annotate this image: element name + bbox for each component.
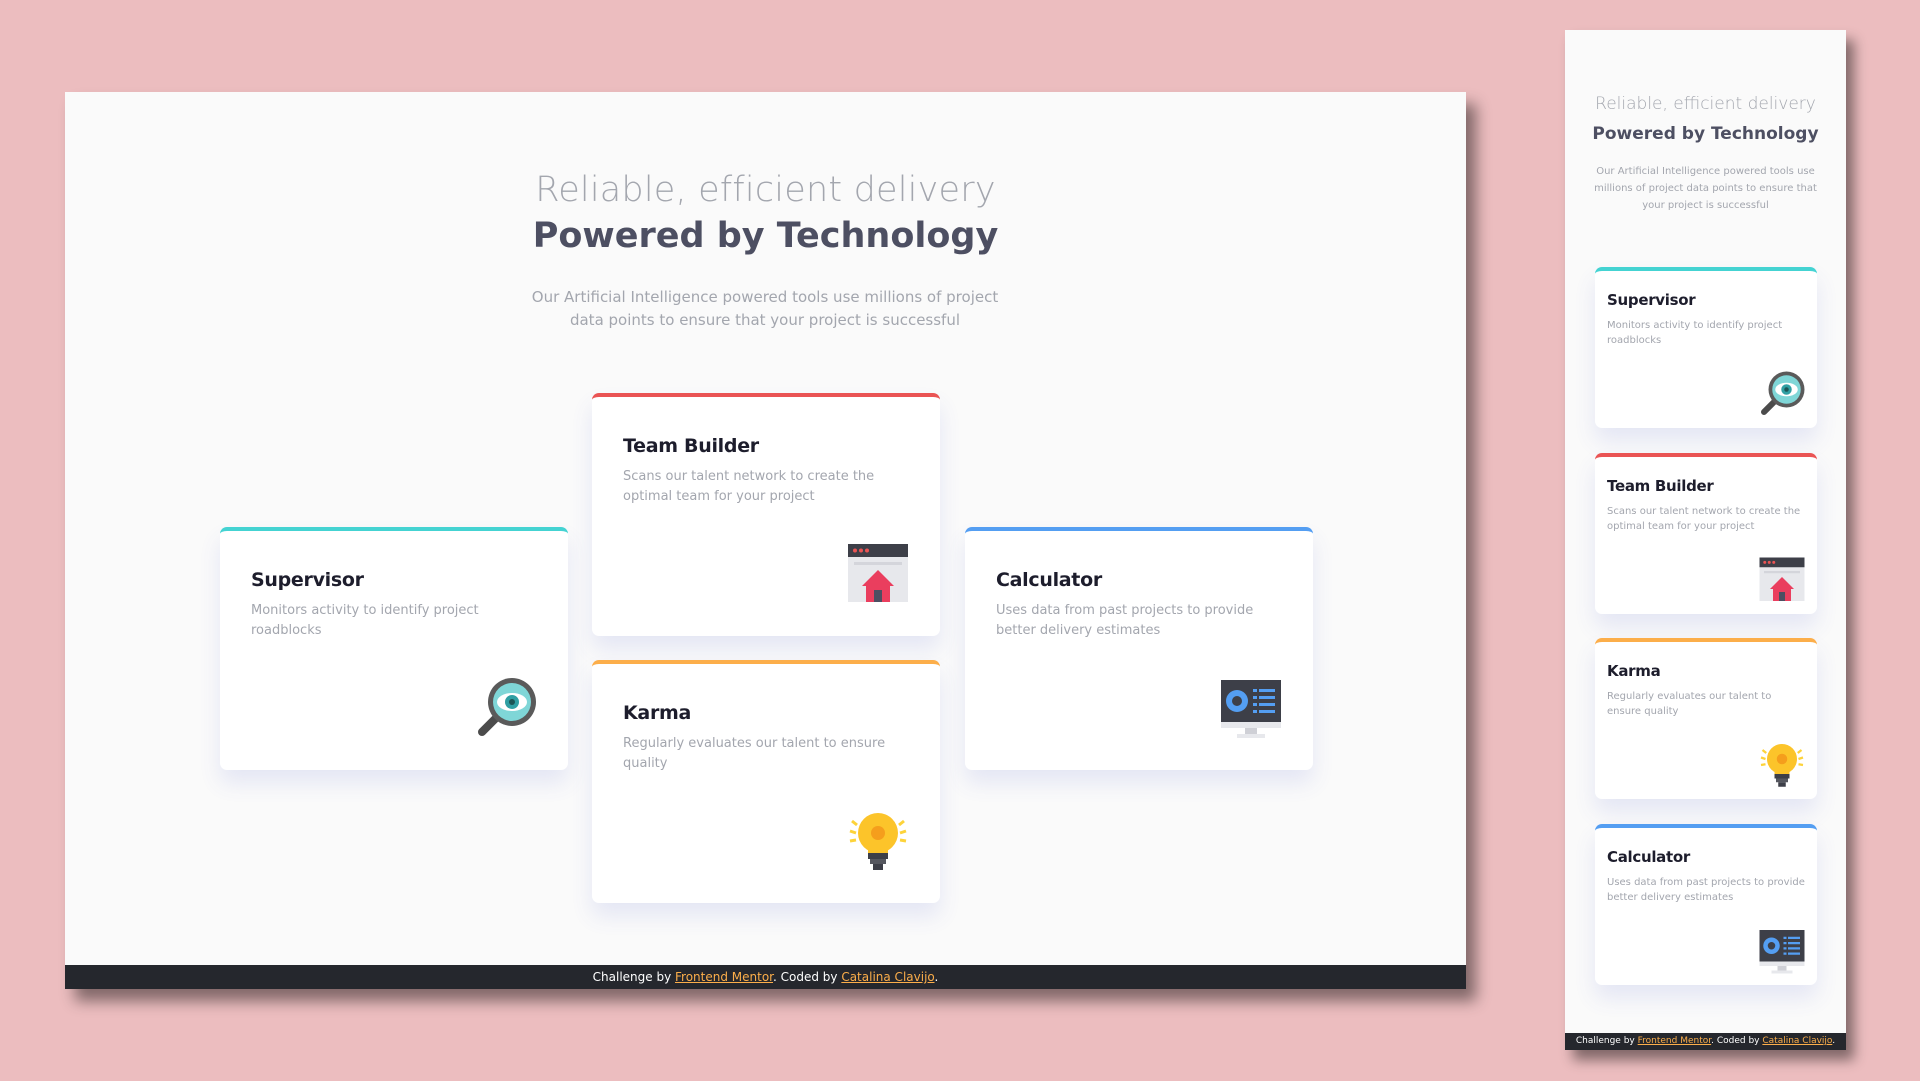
supervisor-magnifier-icon <box>1758 370 1806 418</box>
footer-prefix: Challenge by <box>1575 1036 1635 1046</box>
footer-prefix: Challenge by <box>592 970 672 984</box>
card-text: Monitors activity to identify project ro… <box>251 603 479 638</box>
karma-lightbulb-icon <box>846 809 910 873</box>
desktop-preview: Reliable, efficient delivery Powered by … <box>65 92 1466 989</box>
attribution-footer: Challenge by Frontend Mentor. Coded by C… <box>1565 1033 1846 1050</box>
card-team-builder: Team Builder Scans our talent network to… <box>592 393 940 636</box>
header-description: Our Artificial Intelligence powered tool… <box>531 288 999 329</box>
card-title: Supervisor <box>251 569 364 591</box>
team-builder-window-icon <box>1758 556 1806 604</box>
header-title: Powered by Technology <box>532 216 999 256</box>
team-builder-window-icon <box>846 542 910 606</box>
frontend-mentor-link[interactable]: Frontend Mentor <box>675 970 773 984</box>
footer-suffix: . <box>1832 1036 1836 1046</box>
header-subtitle: Reliable, efficient delivery <box>1595 94 1816 114</box>
card-text: Scans our talent network to create the o… <box>1607 506 1801 532</box>
card-team-builder: Team Builder Scans our talent network to… <box>1595 453 1817 614</box>
card-text: Uses data from past projects to provide … <box>1607 877 1805 903</box>
card-calculator: Calculator Uses data from past projects … <box>965 527 1313 770</box>
card-supervisor: Supervisor Monitors activity to identify… <box>220 527 568 770</box>
card-title: Supervisor <box>1607 291 1696 309</box>
card-text: Regularly evaluates our talent to ensure… <box>623 736 886 771</box>
mobile-preview: Reliable, efficient delivery Powered by … <box>1565 30 1846 1050</box>
calculator-monitor-icon <box>1758 927 1806 975</box>
card-text: Uses data from past projects to provide … <box>996 603 1254 638</box>
card-title: Team Builder <box>623 435 759 457</box>
calculator-monitor-icon <box>1219 676 1283 740</box>
card-title: Karma <box>623 702 692 724</box>
card-title: Karma <box>1607 662 1661 680</box>
card-text: Regularly evaluates our talent to ensure… <box>1607 691 1772 717</box>
card-karma: Karma Regularly evaluates our talent to … <box>1595 638 1817 799</box>
header-title: Powered by Technology <box>1592 124 1819 144</box>
author-link[interactable]: Catalina Clavijo <box>1762 1036 1832 1046</box>
footer-middle: . Coded by <box>773 970 838 984</box>
frontend-mentor-link[interactable]: Frontend Mentor <box>1638 1036 1712 1046</box>
footer-suffix: . <box>934 970 939 984</box>
card-karma: Karma Regularly evaluates our talent to … <box>592 660 940 903</box>
attribution-footer: Challenge by Frontend Mentor. Coded by C… <box>65 965 1466 989</box>
author-link[interactable]: Catalina Clavijo <box>841 970 934 984</box>
card-calculator: Calculator Uses data from past projects … <box>1595 824 1817 985</box>
card-title: Calculator <box>1607 848 1690 866</box>
header-description: Our Artificial Intelligence powered tool… <box>1594 166 1817 211</box>
supervisor-magnifier-icon <box>474 676 538 740</box>
header-subtitle: Reliable, efficient delivery <box>535 170 996 210</box>
footer-middle: . Coded by <box>1711 1036 1760 1046</box>
karma-lightbulb-icon <box>1758 741 1806 789</box>
card-text: Scans our talent network to create the o… <box>623 469 875 504</box>
card-text: Monitors activity to identify project ro… <box>1607 320 1783 346</box>
card-title: Calculator <box>996 569 1102 591</box>
card-supervisor: Supervisor Monitors activity to identify… <box>1595 267 1817 428</box>
card-title: Team Builder <box>1607 477 1714 495</box>
